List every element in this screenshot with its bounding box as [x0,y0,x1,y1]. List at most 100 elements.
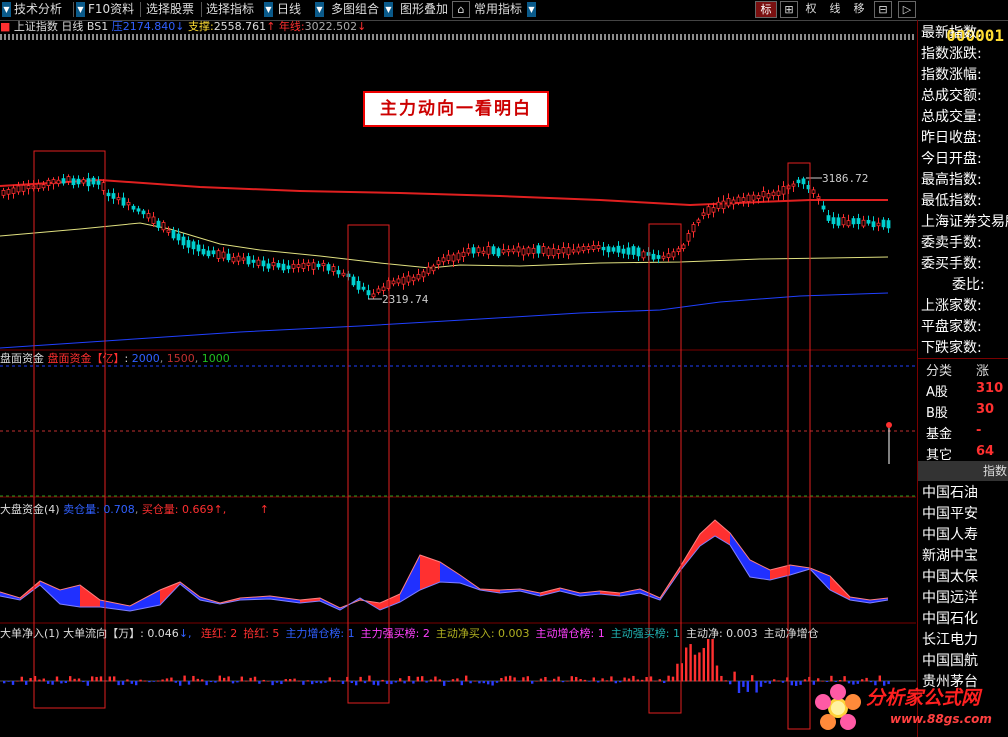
net-inflow-bars [3,639,890,694]
grid-icon[interactable]: ⊞ [780,1,798,18]
move-button[interactable]: 移 [850,1,868,18]
stock-list-item[interactable]: 长江电力 [922,629,978,649]
candle-body [81,179,86,184]
stock-list-item[interactable]: 中国国航 [922,650,978,670]
inflow-bar [152,681,155,682]
candle-body [191,241,196,250]
flow-segment [700,520,715,546]
candle-body [251,259,256,263]
inflow-bar [425,681,428,683]
buy-label: 买仓量: [141,503,179,516]
mark-button[interactable]: 标 [755,1,777,18]
play-icon[interactable]: ▷ [898,1,916,18]
candle-body [801,178,806,185]
inflow-bar [491,681,494,686]
window-icon[interactable]: ⊟ [874,1,892,18]
candle-body [431,265,436,272]
stock-list-item[interactable]: 中国平安 [922,503,978,523]
menu-arrow-icon[interactable]: ▼ [264,2,273,17]
inflow-bar [526,676,529,682]
candle-body [676,248,681,252]
f10-button[interactable]: F10资料 [88,0,134,19]
inflow-bar [627,678,631,682]
panel2-name[interactable]: 盘面资金 [0,352,44,365]
stock-list-item[interactable]: 中国远洋 [922,587,978,607]
index-tab[interactable]: 指数 [918,461,1008,481]
inflow-bar [38,679,41,682]
candle-body [16,185,21,193]
tech-analysis-button[interactable]: 技术分析 [14,0,62,19]
inflow-bar [209,681,213,683]
candle-body [186,240,191,248]
panel4-stat: 主动增仓榜: 1 [535,627,605,640]
rights-button[interactable]: 权 [802,1,820,18]
inflow-bar [473,680,477,682]
inflow-bar [764,681,767,683]
candle-body [321,262,326,267]
candle-body [551,248,556,257]
candle-body [856,218,861,225]
panel2-header: 盘面资金 盘面资金【亿】: 2000, 1500, 1000 [0,352,230,365]
inflow-bar [108,676,111,682]
common-indicator-button[interactable]: 常用指标 [474,0,522,19]
inflow-bar [469,681,472,684]
inflow-bar [583,679,587,682]
quote-field-label: 委卖手数: [921,235,982,251]
category-up-count: 310 [976,381,1004,396]
daily-button[interactable]: 日线 [277,0,301,19]
inflow-bar [482,681,485,684]
category-name: A股 [926,385,948,400]
stock-list-item[interactable]: 新湖中宝 [922,545,978,565]
select-indicator-button[interactable]: 选择指标 [206,0,254,19]
menu-arrow-icon[interactable]: ▼ [384,2,393,17]
menu-arrow-icon[interactable]: ▼ [315,2,324,17]
lock-icon[interactable]: ⌂ [452,1,470,18]
support-label: 支撑: [187,20,214,33]
stock-list-item[interactable]: 中国石油 [922,482,978,502]
candle-body [176,233,181,241]
inflow-bar [95,676,98,682]
inflow-bar [561,681,565,683]
buy-value: 0.669 [182,503,214,516]
quote-panel: 最新指数: 指数涨跌: 指数涨幅: 总成交额: 总成交量: 昨日收盘: 今日开盘: 最高指数:… [917,20,1008,737]
panel4-name[interactable]: 大单净入(1) [0,627,60,640]
inflow-bar [399,678,402,682]
candle-body [131,205,136,210]
multi-chart-button[interactable]: 多图组合 [331,0,379,19]
inflow-bar [729,681,732,685]
stock-list-item[interactable]: 中国人寿 [922,524,978,544]
inflow-bar [685,647,688,682]
candle-body [726,197,731,207]
candle-body [361,286,366,290]
inflow-bar [381,679,384,682]
inflow-bar [403,681,406,684]
inflow-bar [447,681,450,682]
inflow-bar [196,678,199,682]
candle-body [656,255,661,259]
support-value: 2558.761 [213,20,267,33]
candle-body [241,257,246,261]
inflow-bar [328,677,331,682]
menu-arrow-icon[interactable]: ▼ [76,2,85,17]
overlay-button[interactable]: 图形叠加 [400,0,448,19]
quote-field-label: 上涨家数: [921,298,982,314]
panel3-name[interactable]: 大盘资金(4) [0,503,60,516]
candle-body [666,253,671,258]
inflow-bar [73,678,76,682]
line-button[interactable]: 线 [826,1,844,18]
candle-body [276,263,281,268]
candle-body [526,247,531,255]
inflow-bar [407,676,411,682]
stock-list-item[interactable]: 中国太保 [922,566,978,586]
candle-body [221,251,226,259]
menu-arrow-icon[interactable]: ▼ [527,2,536,17]
candle-body [811,189,816,194]
panel4-stat: 主动净: 0.003 [685,627,758,640]
menu-arrow-icon[interactable]: ▼ [2,2,11,17]
inflow-bar [429,679,433,682]
candle-body [261,260,266,267]
select-stock-button[interactable]: 选择股票 [146,0,194,19]
inflow-bar [271,681,274,686]
candle-body [761,191,766,198]
stock-list-item[interactable]: 中国石化 [922,608,978,628]
